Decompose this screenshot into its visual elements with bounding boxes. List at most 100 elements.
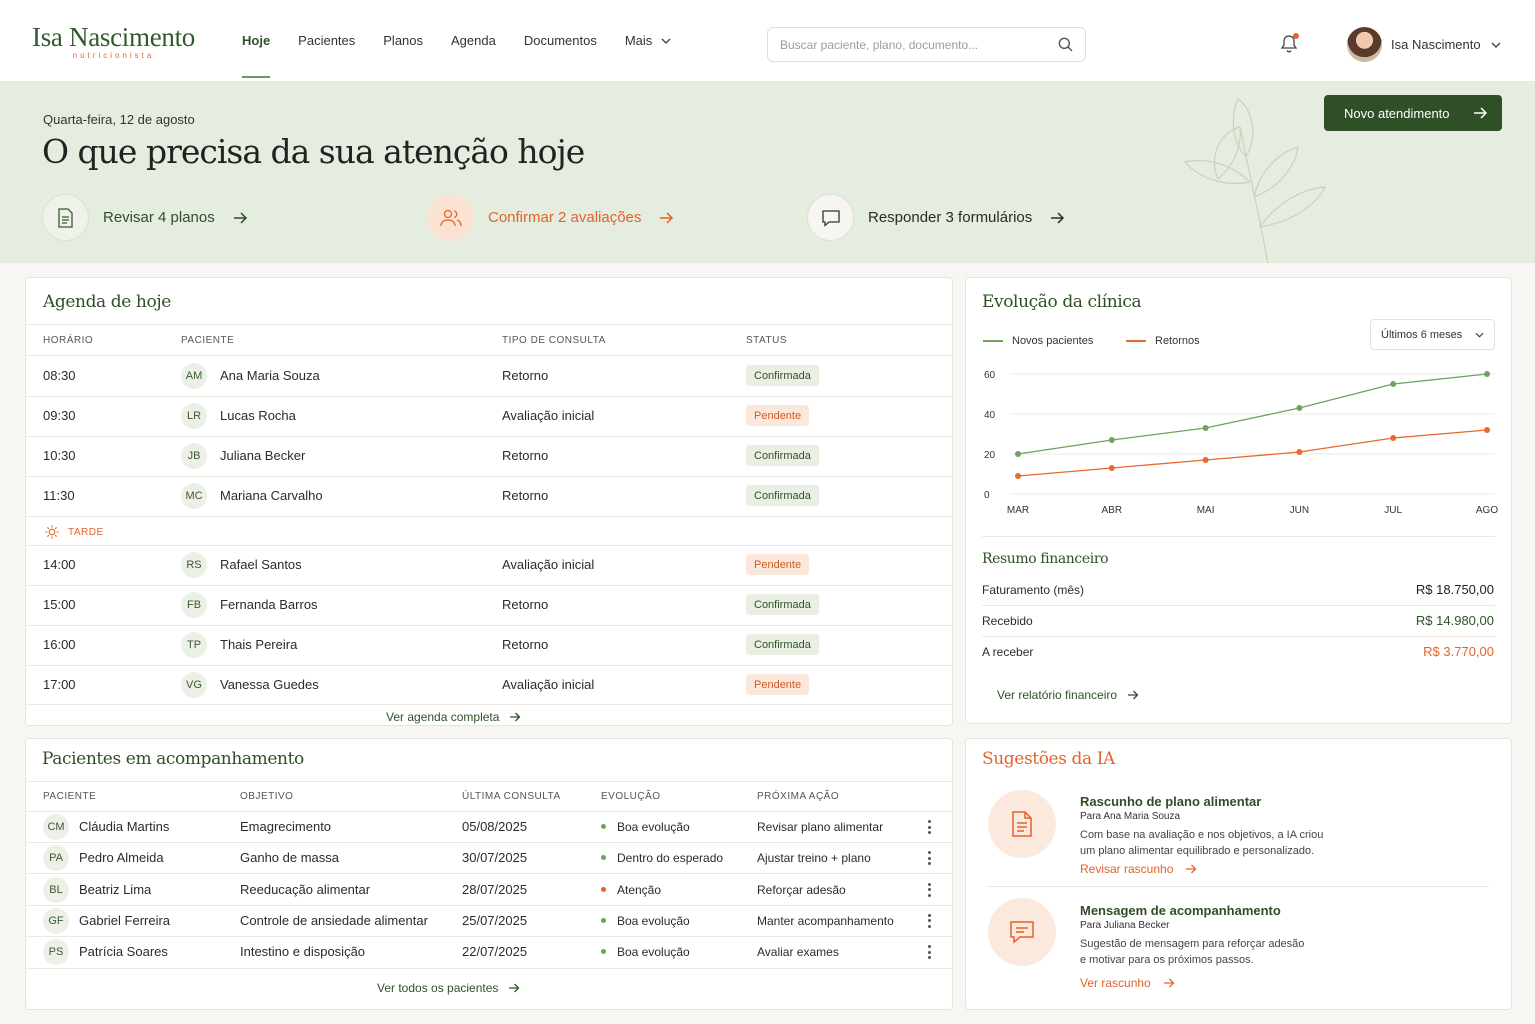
nav-item-mais[interactable]: Mais bbox=[625, 0, 671, 82]
data-point bbox=[1015, 451, 1021, 457]
data-point bbox=[1202, 457, 1209, 463]
new-appointment-button[interactable]: Novo atendimento bbox=[1324, 95, 1502, 131]
action-answer-forms[interactable]: Responder 3 formulários bbox=[807, 194, 1065, 241]
user-name: Isa Nascimento bbox=[1391, 37, 1481, 52]
data-point bbox=[1296, 449, 1303, 455]
suggestion-desc-line: um plano alimentar equilibrado e persona… bbox=[1080, 845, 1315, 857]
finance-label: Recebido bbox=[982, 614, 1033, 628]
view-finance-report-link[interactable]: Ver relatório financeiro bbox=[997, 688, 1139, 702]
suggestion-description: Com base na avaliação e nos objetivos, a… bbox=[1080, 827, 1350, 859]
more-options-icon[interactable] bbox=[923, 851, 935, 866]
patient-name[interactable]: Cláudia Martins bbox=[79, 819, 169, 834]
chevron-down-icon bbox=[1475, 332, 1484, 338]
action-review-plans[interactable]: Revisar 4 planos bbox=[42, 194, 248, 241]
view-draft-link[interactable]: Ver rascunho bbox=[1080, 976, 1175, 990]
avatar: GF bbox=[43, 907, 69, 934]
avatar: VG bbox=[181, 672, 207, 698]
review-draft-link[interactable]: Revisar rascunho bbox=[1080, 862, 1197, 876]
suggestion-icon-circle bbox=[988, 790, 1056, 858]
patient-name[interactable]: Thais Pereira bbox=[220, 637, 297, 652]
more-options-icon[interactable] bbox=[923, 945, 935, 960]
more-options-icon[interactable] bbox=[923, 913, 935, 928]
view-full-agenda-link[interactable]: Ver agenda completa bbox=[386, 710, 521, 724]
divider bbox=[26, 968, 952, 969]
search-icon[interactable] bbox=[1058, 37, 1073, 52]
brand-name: Isa Nascimento bbox=[32, 22, 195, 52]
avatar: CM bbox=[43, 814, 69, 840]
arrow-right-icon bbox=[1051, 211, 1065, 224]
agenda-title: Agenda de hoje bbox=[43, 292, 171, 312]
nav-item-hoje[interactable]: Hoje bbox=[242, 0, 271, 82]
avatar bbox=[1347, 27, 1382, 62]
suggestion-desc-line: Sugestão de mensagem para reforçar adesã… bbox=[1080, 938, 1305, 950]
suggestion-desc-line: Com base na avaliação e nos objetivos, a… bbox=[1080, 829, 1324, 841]
chevron-down-icon bbox=[1491, 42, 1501, 48]
hero-banner: Quarta-feira, 12 de agosto O que precisa… bbox=[0, 82, 1535, 263]
view-all-patients-link[interactable]: Ver todos os pacientes bbox=[377, 981, 520, 995]
review-draft-label: Revisar rascunho bbox=[1080, 862, 1174, 876]
evolution-title: Evolução da clínica bbox=[982, 292, 1142, 312]
x-tick-label: MAI bbox=[1197, 505, 1215, 516]
patient-name[interactable]: Fernanda Barros bbox=[220, 597, 318, 612]
nav-item-pacientes[interactable]: Pacientes bbox=[298, 0, 355, 82]
patient-name[interactable]: Mariana Carvalho bbox=[220, 488, 323, 503]
nav-item-mais-label: Mais bbox=[624, 33, 653, 48]
patient-name[interactable]: Lucas Rocha bbox=[220, 408, 296, 423]
arrow-right-icon bbox=[509, 983, 520, 993]
patient-name[interactable]: Pedro Almeida bbox=[79, 850, 164, 865]
next-action: Reforçar adesão bbox=[757, 882, 846, 897]
user-menu[interactable]: Isa Nascimento bbox=[1347, 27, 1501, 62]
consultation-type: Retorno bbox=[502, 488, 549, 503]
table-row[interactable] bbox=[26, 545, 952, 585]
data-point bbox=[1390, 381, 1397, 387]
action-confirm-evaluations[interactable]: Confirmar 2 avaliações bbox=[427, 194, 674, 241]
col-header-goal: OBJETIVO bbox=[240, 791, 294, 802]
patient-name[interactable]: Vanessa Guedes bbox=[220, 677, 319, 692]
notification-dot bbox=[1293, 33, 1299, 39]
brand-subtitle: nutricionista bbox=[72, 51, 155, 60]
y-tick-label: 40 bbox=[984, 410, 996, 421]
ai-suggestions-panel bbox=[965, 738, 1512, 1010]
table-row[interactable] bbox=[26, 396, 952, 436]
nav-item-planos[interactable]: Planos bbox=[383, 0, 423, 82]
more-options-icon[interactable] bbox=[923, 820, 935, 834]
nav-item-agenda[interactable]: Agenda bbox=[451, 0, 496, 82]
top-bar: Isa Nascimento nutricionista Hoje Pacien… bbox=[0, 0, 1535, 82]
patient-name[interactable]: Beatriz Lima bbox=[79, 882, 151, 897]
nav-item-documentos[interactable]: Documentos bbox=[524, 0, 597, 82]
suggestion-title: Rascunho de plano alimentar bbox=[1080, 794, 1262, 809]
data-point bbox=[1484, 427, 1490, 433]
patient-name[interactable]: Gabriel Ferreira bbox=[79, 913, 170, 928]
consultation-type: Retorno bbox=[502, 597, 549, 612]
legend-label: Retornos bbox=[1155, 335, 1200, 347]
notifications-button[interactable] bbox=[1280, 33, 1299, 58]
patient-name[interactable]: Ana Maria Souza bbox=[220, 368, 320, 383]
data-point bbox=[1390, 435, 1397, 441]
patient-name[interactable]: Rafael Santos bbox=[220, 557, 302, 572]
search-input[interactable] bbox=[780, 37, 1058, 52]
more-options-icon[interactable] bbox=[923, 882, 935, 897]
divider bbox=[26, 781, 952, 782]
action-review-circle bbox=[42, 194, 89, 241]
finance-value: R$ 3.770,00 bbox=[1423, 644, 1494, 659]
brand-logo[interactable]: Isa Nascimento nutricionista bbox=[32, 22, 195, 60]
divider bbox=[26, 704, 952, 705]
view-finance-report-label: Ver relatório financeiro bbox=[997, 688, 1118, 702]
patient-goal: Ganho de massa bbox=[240, 850, 340, 866]
view-draft-label: Ver rascunho bbox=[1080, 976, 1151, 990]
appointment-time: 14:00 bbox=[43, 557, 76, 572]
finance-label: Faturamento (mês) bbox=[982, 583, 1085, 597]
status-badge: Confirmada bbox=[746, 365, 819, 386]
suggestion-desc-line: e motivar para os próximos passos. bbox=[1080, 954, 1254, 966]
patient-name[interactable]: Patrícia Soares bbox=[79, 944, 168, 959]
table-row[interactable] bbox=[26, 665, 952, 705]
view-all-patients-label: Ver todos os pacientes bbox=[377, 981, 499, 995]
period-select[interactable]: Últimos 6 meses bbox=[1370, 319, 1495, 350]
evolution-status: Dentro do esperado bbox=[617, 851, 724, 866]
patient-name[interactable]: Juliana Becker bbox=[220, 448, 305, 463]
action-review-label: Revisar 4 planos bbox=[103, 209, 215, 226]
afternoon-label: TARDE bbox=[68, 527, 104, 538]
patient-goal: Emagrecimento bbox=[240, 819, 332, 834]
last-visit-date: 30/07/2025 bbox=[462, 850, 528, 866]
appointment-time: 10:30 bbox=[43, 448, 76, 463]
